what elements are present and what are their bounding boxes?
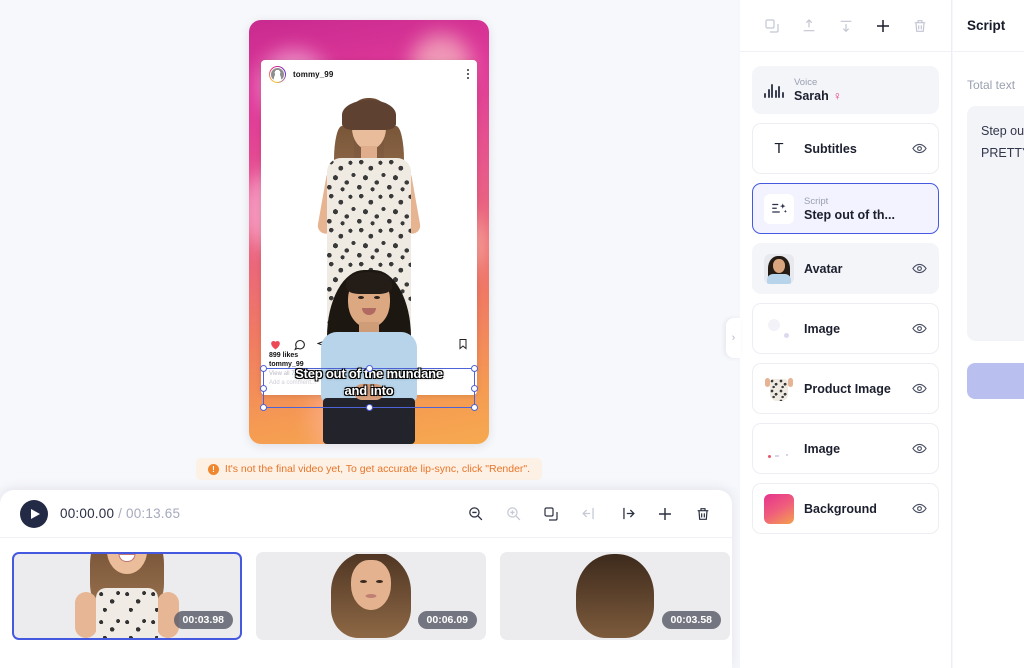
- layer-product-image[interactable]: Product Image: [752, 363, 939, 414]
- female-symbol-icon: ♀: [832, 89, 842, 103]
- layer-title: Background: [804, 501, 877, 516]
- timecode-display: 00:00.00 / 00:13.65: [60, 506, 180, 521]
- subtitle-line-2: and into: [344, 383, 394, 398]
- timeline-panel: 00:00.00 / 00:13.65 00:03.98 00:06.09 00…: [0, 490, 732, 668]
- script-line-1: Step ou: [981, 124, 1024, 138]
- add-layer-icon[interactable]: [874, 17, 892, 35]
- layer-title: Subtitles: [804, 141, 857, 156]
- waveform-icon: [764, 83, 784, 98]
- layer-title: Image: [804, 441, 841, 456]
- video-preview-canvas[interactable]: tommy_99 899 likes tommy_99 View all 73 …: [249, 20, 489, 444]
- time-separator: /: [114, 506, 127, 521]
- script-panel-title: Script: [967, 18, 1006, 33]
- render-warning-text: It's not the final video yet, To get acc…: [224, 463, 531, 475]
- script-panel: Script Total text Step ou PRETTY: [953, 0, 1024, 668]
- layers-toolbar: [740, 0, 951, 52]
- resize-handle-bottom-left[interactable]: [260, 404, 267, 411]
- split-right-icon[interactable]: [618, 505, 636, 523]
- timeline-toolbar: 00:00.00 / 00:13.65: [0, 490, 732, 538]
- eye-icon[interactable]: [912, 321, 927, 336]
- image-thumbnail: [764, 313, 794, 344]
- scene-duration: 00:03.98: [173, 611, 233, 629]
- total-time: 00:13.65: [126, 506, 181, 521]
- eye-icon[interactable]: [912, 381, 927, 396]
- resize-handle-bottom-right[interactable]: [471, 404, 478, 411]
- delete-icon[interactable]: [694, 505, 712, 523]
- resize-handle-top-center[interactable]: [365, 365, 373, 372]
- profile-avatar: [269, 65, 286, 83]
- layer-title: Product Image: [804, 381, 891, 396]
- layer-subtitles[interactable]: T Subtitles: [752, 123, 939, 174]
- resize-handle-middle-left[interactable]: [260, 384, 267, 392]
- add-scene-icon[interactable]: [656, 505, 674, 523]
- send-to-back-icon[interactable]: [837, 17, 855, 35]
- render-warning-banner: ! It's not the final video yet, To get a…: [195, 458, 543, 480]
- voice-value: Sarah: [794, 89, 829, 103]
- scene-duration: 00:03.58: [661, 611, 721, 629]
- scene-duration: 00:06.09: [417, 611, 477, 629]
- text-t-icon: T: [764, 133, 794, 164]
- eye-icon[interactable]: [912, 261, 927, 276]
- current-time: 00:00.00: [60, 506, 115, 521]
- script-value: Step out of th...: [804, 207, 895, 222]
- script-line-2: PRETTY: [981, 146, 1024, 160]
- script-action-button[interactable]: [967, 363, 1024, 399]
- subtitle-selection-box[interactable]: Step out of the mundane and into: [260, 365, 478, 411]
- zoom-out-icon[interactable]: [466, 505, 484, 523]
- total-text-label: Total text: [967, 78, 1016, 92]
- collapse-panel-chevron[interactable]: ›: [726, 318, 741, 358]
- magic-script-icon: [764, 193, 794, 224]
- delete-layer-icon[interactable]: [911, 17, 929, 35]
- layer-title: Image: [804, 321, 841, 336]
- layer-voice[interactable]: Voice Sarah ♀: [752, 66, 939, 114]
- timeline-tools: [466, 505, 712, 523]
- app-root: tommy_99 899 likes tommy_99 View all 73 …: [0, 0, 1024, 668]
- split-left-icon[interactable]: [580, 505, 598, 523]
- script-label: Script: [804, 195, 829, 207]
- script-textarea[interactable]: Step ou PRETTY: [967, 106, 1024, 341]
- info-icon: !: [207, 463, 219, 475]
- layers-list: Voice Sarah ♀ T Subtitles Script Step ou…: [740, 52, 951, 544]
- voice-label: Voice: [794, 77, 818, 88]
- instagram-post-header: tommy_99: [261, 60, 477, 88]
- eye-icon[interactable]: [912, 501, 927, 516]
- preview-stage: tommy_99 899 likes tommy_99 View all 73 …: [0, 0, 738, 487]
- scene-preview-figure: [569, 554, 661, 638]
- layer-background[interactable]: Background: [752, 483, 939, 534]
- resize-handle-top-left[interactable]: [260, 365, 267, 372]
- resize-handle-middle-right[interactable]: [471, 384, 478, 392]
- resize-handle-bottom-center[interactable]: [365, 404, 373, 411]
- instagram-username: tommy_99: [293, 69, 334, 79]
- image-thumbnail: [764, 433, 794, 464]
- layer-image-2[interactable]: Image: [752, 423, 939, 474]
- duplicate-layer-icon[interactable]: [763, 17, 781, 35]
- product-thumbnail: [764, 373, 794, 404]
- scene-preview-figure: [67, 554, 187, 638]
- zoom-in-icon[interactable]: [504, 505, 522, 523]
- eye-icon[interactable]: [912, 441, 927, 456]
- eye-icon[interactable]: [912, 141, 927, 156]
- resize-handle-top-right[interactable]: [471, 365, 478, 372]
- scene-thumbnail[interactable]: 00:06.09: [256, 552, 486, 640]
- bookmark-icon[interactable]: [457, 338, 469, 350]
- heart-icon[interactable]: [269, 338, 282, 351]
- avatar-thumbnail: [764, 253, 794, 284]
- layer-title: Avatar: [804, 261, 843, 276]
- layers-panel: Voice Sarah ♀ T Subtitles Script Step ou…: [740, 0, 952, 668]
- play-button[interactable]: [20, 499, 48, 528]
- layer-avatar[interactable]: Avatar: [752, 243, 939, 294]
- avatar-presenter-figure: [303, 264, 435, 444]
- bring-to-front-icon[interactable]: [800, 17, 818, 35]
- layer-image[interactable]: Image: [752, 303, 939, 354]
- gradient-thumbnail: [764, 493, 794, 524]
- scene-preview-figure: [323, 554, 419, 638]
- script-panel-header: Script: [953, 0, 1024, 52]
- scene-thumbnail[interactable]: 00:03.98: [12, 552, 242, 640]
- layer-script[interactable]: Script Step out of th...: [752, 183, 939, 234]
- scene-thumbnail[interactable]: 00:03.58: [500, 552, 730, 640]
- duplicate-icon[interactable]: [542, 505, 560, 523]
- kebab-menu-icon[interactable]: [467, 68, 469, 80]
- scene-strip: 00:03.98 00:06.09 00:03.58: [0, 538, 732, 654]
